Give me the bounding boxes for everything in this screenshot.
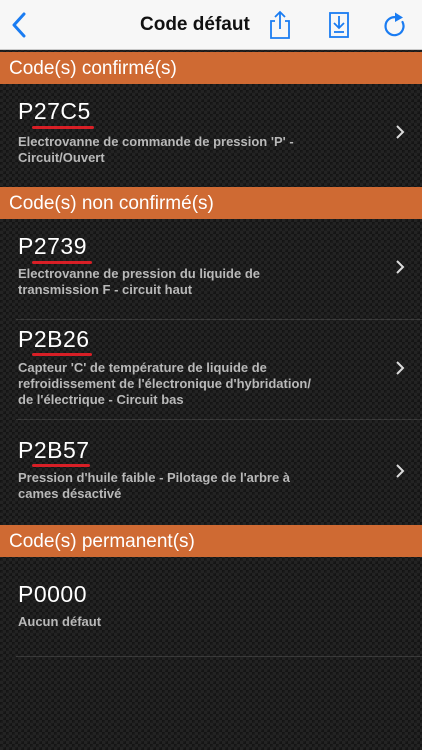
description-line: Capteur 'C' de température de liquide de [18,360,267,375]
fault-code: P27C5 [18,98,91,124]
list-item-p2b26[interactable]: P2B26 Capteur 'C' de température de liqu… [0,320,422,420]
chevron-right-icon [393,257,407,277]
section-header-permanent: Code(s) permanent(s) [0,525,422,557]
refresh-icon [384,12,405,37]
description-line: de l'électrique - Circuit bas [18,392,184,407]
description-line: Electrovanne de pression du liquide de [18,266,260,281]
fault-description: Capteur 'C' de température de liquide de… [18,360,393,408]
row-divider [16,656,422,657]
fault-code: P2B26 [18,326,90,352]
fault-code: P2739 [18,233,88,259]
navigation-bar: Code défaut [0,0,422,50]
code-underline [32,353,92,356]
list-item-p27c5[interactable]: P27C5 Electrovanne de commande de pressi… [0,84,422,184]
code-underline [32,261,92,264]
chevron-right-icon [393,358,407,378]
list-item-p0000[interactable]: P0000 Aucun défaut [0,557,422,657]
share-button[interactable] [263,8,297,42]
refresh-button[interactable] [378,8,412,42]
save-button[interactable] [322,8,356,42]
description-line: Pression d'huile faible - Pilotage de l'… [18,470,291,485]
fault-code: P2B57 [18,437,90,463]
page-title: Code défaut [140,14,250,35]
description-line: Aucun défaut [18,614,102,629]
section-header-confirmed: Code(s) confirmé(s) [0,52,422,84]
description-line: Electrovanne de commande de pression 'P'… [18,134,294,149]
back-button[interactable] [4,8,34,42]
list-item-p2739[interactable]: P2739 Electrovanne de pression du liquid… [0,219,422,320]
list-item-p2b57[interactable]: P2B57 Pression d'huile faible - Pilotage… [0,420,422,522]
chevron-left-icon [12,12,26,38]
fault-description: Electrovanne de pression du liquide de t… [18,266,378,298]
section-header-non-confirmed: Code(s) non confirmé(s) [0,187,422,219]
description-line: cames désactivé [18,486,122,501]
description-line: refroidissement de l'électronique d'hybr… [18,376,311,391]
fault-description: Aucun défaut [18,614,378,630]
share-icon [270,10,290,39]
chevron-right-icon [393,122,407,142]
code-underline [32,126,94,129]
save-download-icon [329,12,349,38]
fault-description: Electrovanne de commande de pression 'P'… [18,134,378,166]
fault-description: Pression d'huile faible - Pilotage de l'… [18,470,378,502]
fault-code: P0000 [18,581,88,607]
description-line: Circuit/Ouvert [18,150,105,165]
chevron-right-icon [393,461,407,481]
description-line: transmission F - circuit haut [18,282,193,297]
code-underline [32,464,90,467]
